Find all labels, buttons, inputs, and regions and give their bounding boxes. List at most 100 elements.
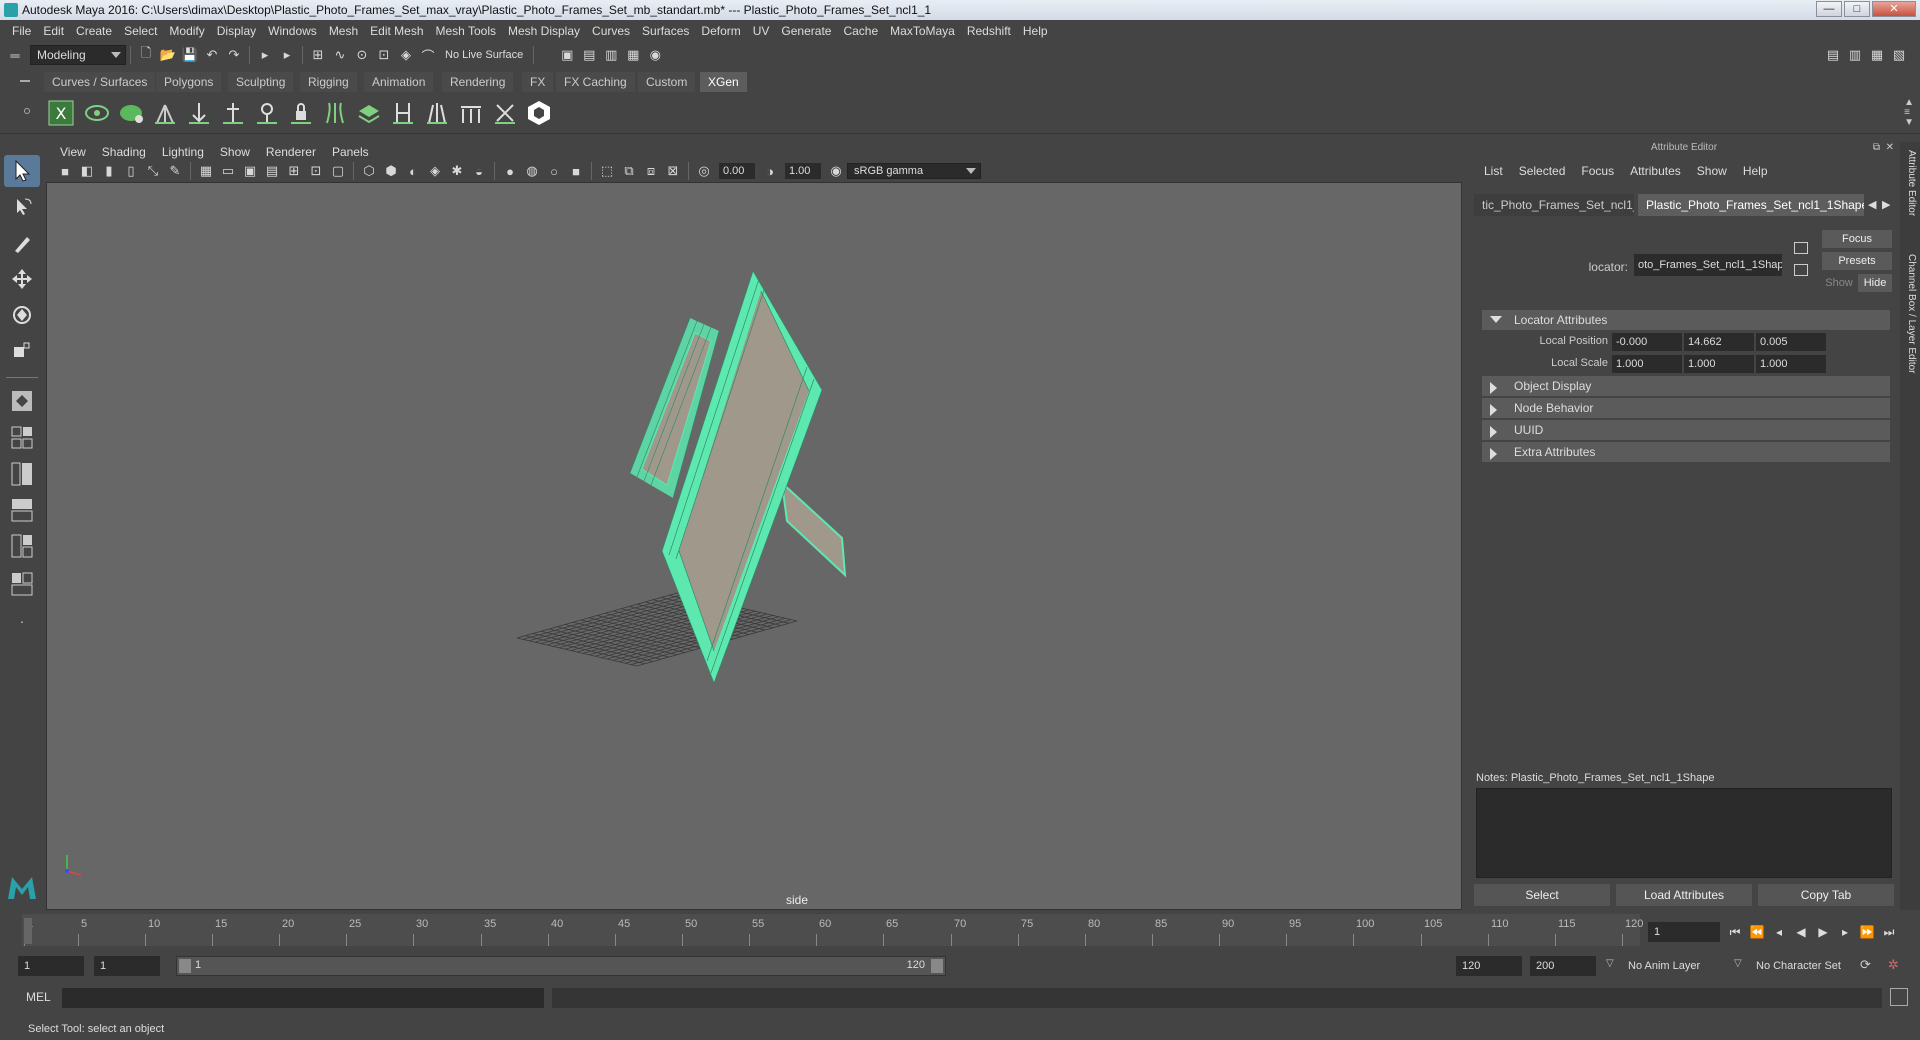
character-set-dropdown[interactable]: No Character Set <box>1750 956 1870 976</box>
panel-menu-view[interactable]: View <box>52 145 94 159</box>
shelf-tab-rendering[interactable]: Rendering <box>442 72 514 92</box>
presets-button[interactable]: Presets <box>1822 252 1892 270</box>
xgen-guide-to-curve-icon[interactable] <box>320 98 350 128</box>
shelf-tab-fx-caching[interactable]: FX Caching <box>556 72 635 92</box>
node-tab-transform[interactable]: tic_Photo_Frames_Set_ncl1_1 <box>1474 194 1634 216</box>
tool-settings-icon[interactable]: ▦ <box>1868 46 1886 64</box>
xgen-add-guide-icon[interactable] <box>184 98 214 128</box>
section-object-display[interactable]: Object Display <box>1482 376 1890 396</box>
panel-menu-panels[interactable]: Panels <box>324 145 377 159</box>
auto-key-icon[interactable]: ⟳ <box>1860 957 1871 973</box>
xray-components-icon[interactable]: ⊠ <box>664 162 682 180</box>
menu-set-dropdown[interactable]: Modeling <box>30 45 126 65</box>
menu-maxtomaya[interactable]: MaxToMaya <box>884 24 961 38</box>
shelf-tab-rigging[interactable]: Rigging <box>300 72 357 92</box>
xgen-create-description-icon[interactable] <box>116 98 146 128</box>
range-bar[interactable]: 1 120 <box>176 956 946 976</box>
menu-create[interactable]: Create <box>70 24 118 38</box>
node-name-field[interactable]: oto_Frames_Set_ncl1_1Shape <box>1634 254 1782 276</box>
tab-scroll-left-icon[interactable]: ◀ <box>1868 198 1876 211</box>
section-node-behavior[interactable]: Node Behavior <box>1482 398 1890 418</box>
textured-icon[interactable]: ◈ <box>426 162 444 180</box>
ae-menu-attributes[interactable]: Attributes <box>1622 164 1689 178</box>
current-frame-field[interactable]: 1 <box>1648 922 1720 942</box>
persp-outliner-layout-icon[interactable] <box>4 459 40 491</box>
tab-scroll-right-icon[interactable]: ▶ <box>1882 198 1890 211</box>
gamma-field[interactable]: 1.00 <box>785 163 821 179</box>
shadows-icon[interactable]: ◒ <box>470 162 488 180</box>
menu-redshift[interactable]: Redshift <box>961 24 1017 38</box>
go-to-end-icon[interactable]: ⏭ <box>1880 922 1898 942</box>
show-button[interactable]: Show <box>1822 274 1856 292</box>
field-chart-icon[interactable]: ⊞ <box>285 162 303 180</box>
menu-generate[interactable]: Generate <box>775 24 837 38</box>
graph-editor-layout-icon[interactable] <box>4 569 40 601</box>
status-line-toggle-icon[interactable]: ═ <box>6 46 24 64</box>
float-panel-icon[interactable]: ⧉ <box>1873 142 1880 153</box>
toolbox-more-icon[interactable]: · <box>4 605 40 637</box>
menu-cache[interactable]: Cache <box>837 24 884 38</box>
four-view-layout-icon[interactable] <box>4 423 40 455</box>
command-language-label[interactable]: MEL <box>26 990 51 1004</box>
time-slider-track[interactable]: 1510152025303540455055606570758085909510… <box>22 914 1643 946</box>
animation-end-field[interactable]: 200 <box>1530 956 1596 976</box>
notes-textarea[interactable] <box>1476 788 1892 878</box>
xgen-place-guides-icon[interactable] <box>150 98 180 128</box>
xgen-delete-icon[interactable] <box>490 98 520 128</box>
node-tab-shape[interactable]: Plastic_Photo_Frames_Set_ncl1_1Shape <box>1638 194 1864 216</box>
hypershade-layout-icon[interactable] <box>4 531 40 563</box>
gate-mask-icon[interactable]: ▤ <box>263 162 281 180</box>
shelf-tab-custom[interactable]: Custom <box>638 72 696 92</box>
scale-tool-icon[interactable] <box>4 335 40 367</box>
animation-prefs-icon[interactable]: ✲ <box>1888 957 1899 973</box>
select-tool-icon[interactable] <box>4 155 40 187</box>
select-hierarchy-icon[interactable]: ▸ <box>256 46 274 64</box>
local-scale-z-field[interactable]: 1.000 <box>1756 355 1826 373</box>
xgen-cut-icon[interactable] <box>456 98 486 128</box>
safe-action-icon[interactable]: ⊡ <box>307 162 325 180</box>
wireframe-on-shaded-icon[interactable]: ◐ <box>404 162 422 180</box>
render-view-icon[interactable]: ▣ <box>558 46 576 64</box>
safe-title-icon[interactable]: ▢ <box>329 162 347 180</box>
smooth-shade-icon[interactable]: ⬢ <box>382 162 400 180</box>
panel-menu-show[interactable]: Show <box>212 145 258 159</box>
view-transform-dropdown[interactable]: sRGB gamma <box>847 163 981 179</box>
new-scene-icon[interactable]: 🗋 <box>137 45 155 64</box>
range-start-handle[interactable] <box>179 959 191 973</box>
photo-frame-stand[interactable] <box>780 480 847 578</box>
menu-display[interactable]: Display <box>211 24 262 38</box>
play-forwards-icon[interactable]: ▶ <box>1814 922 1832 942</box>
menu-file[interactable]: File <box>6 24 37 38</box>
xgen-preview-icon[interactable] <box>82 98 112 128</box>
menu-modify[interactable]: Modify <box>163 24 210 38</box>
panel-menu-lighting[interactable]: Lighting <box>154 145 212 159</box>
snap-view-icon[interactable]: ⊡ <box>375 46 393 64</box>
menu-surfaces[interactable]: Surfaces <box>636 24 695 38</box>
panel-menu-shading[interactable]: Shading <box>94 145 154 159</box>
menu-mesh-tools[interactable]: Mesh Tools <box>430 24 502 38</box>
local-scale-x-field[interactable]: 1.000 <box>1612 355 1682 373</box>
select-node-icon[interactable] <box>1794 242 1808 254</box>
section-extra-attributes[interactable]: Extra Attributes <box>1482 442 1890 462</box>
menu-mesh[interactable]: Mesh <box>323 24 364 38</box>
paint-select-tool-icon[interactable] <box>4 227 40 259</box>
current-time-marker[interactable] <box>24 918 32 944</box>
select-object-icon[interactable]: ▸ <box>278 46 296 64</box>
rotate-tool-icon[interactable] <box>4 299 40 331</box>
play-backwards-icon[interactable]: ◀ <box>1792 922 1810 942</box>
xgen-sculpt-guides-icon[interactable] <box>252 98 282 128</box>
chevron-down-icon[interactable]: ▽ <box>1734 958 1742 969</box>
range-end-handle[interactable] <box>931 959 943 973</box>
side-viewport[interactable]: side <box>46 182 1462 910</box>
minimize-button[interactable]: — <box>1816 1 1842 17</box>
camera-select-icon[interactable]: ■ <box>56 162 74 180</box>
shelf-scroll-icon[interactable]: ▲ ≡ ▼ <box>1904 98 1914 128</box>
local-scale-y-field[interactable]: 1.000 <box>1684 355 1754 373</box>
wireframe-icon[interactable]: ⬡ <box>360 162 378 180</box>
playback-end-field[interactable]: 120 <box>1456 956 1522 976</box>
single-perspective-layout-icon[interactable] <box>4 385 40 417</box>
time-slider[interactable]: 1510152025303540455055606570758085909510… <box>0 912 1920 948</box>
persp-graph-layout-icon[interactable] <box>4 495 40 527</box>
close-button[interactable]: ✕ <box>1872 1 1916 17</box>
grease-pencil-icon[interactable]: ✎ <box>166 162 184 180</box>
